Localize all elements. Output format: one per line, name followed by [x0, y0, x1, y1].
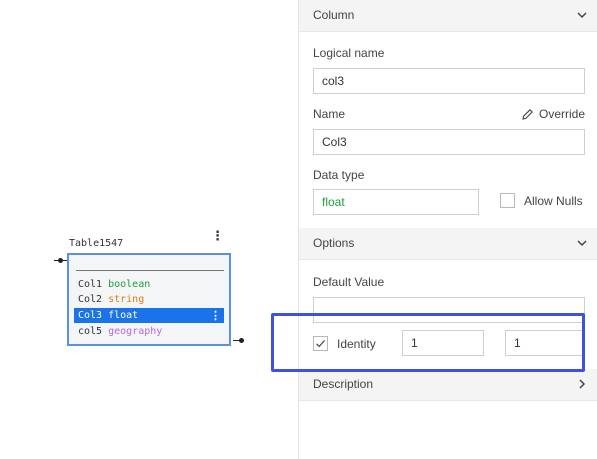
diagram-canvas[interactable]: Table1547 ⋮ Col1 boolean Col2 string Col3 f…	[0, 0, 298, 459]
options-section-header[interactable]: Options	[299, 228, 597, 260]
description-section-header[interactable]: Description	[299, 369, 597, 401]
column-name: col5	[78, 326, 103, 337]
identity-increment-input[interactable]: 1	[505, 330, 585, 356]
column-name: Col3	[78, 310, 103, 321]
chevron-down-icon	[577, 240, 587, 247]
override-label: Override	[538, 107, 585, 121]
column-section-label: Column	[313, 8, 355, 22]
connector-dot-right[interactable]	[239, 338, 244, 343]
row-menu-icon[interactable]: ⋮	[210, 308, 221, 323]
chevron-right-icon	[579, 379, 586, 389]
table-menu-icon[interactable]: ⋮	[211, 229, 224, 243]
table-header-divider	[76, 270, 224, 271]
column-type: boolean	[108, 279, 151, 290]
options-section-label: Options	[313, 236, 355, 250]
allow-nulls-label: Allow Nulls	[524, 194, 583, 208]
table-title[interactable]: Table1547	[69, 238, 123, 249]
column-type: geography	[108, 326, 163, 337]
logical-name-label: Logical name	[313, 46, 385, 60]
identity-checkbox[interactable]	[313, 336, 328, 351]
column-type: string	[108, 294, 145, 305]
logical-name-input[interactable]: col3	[313, 68, 585, 94]
column-section-header[interactable]: Column	[299, 0, 597, 32]
connector-line-left	[54, 260, 67, 261]
name-input[interactable]: Col3	[313, 129, 585, 155]
default-value-label: Default Value	[313, 275, 385, 289]
table-node[interactable]: Col1 boolean Col2 string Col3 float ⋮ col5 g…	[67, 253, 231, 346]
chevron-down-icon	[577, 12, 587, 19]
column-row[interactable]: Col1 boolean	[74, 277, 224, 292]
description-section-label: Description	[313, 377, 374, 391]
column-name: Col2	[78, 294, 103, 305]
checkmark-icon	[316, 339, 326, 348]
column-row[interactable]: col5 geography	[74, 324, 224, 339]
pencil-icon	[522, 108, 533, 120]
name-label: Name	[313, 107, 346, 121]
properties-panel: Column Logical name col3 Name Override C…	[298, 0, 597, 459]
identity-seed-input[interactable]: 1	[402, 330, 484, 356]
column-row[interactable]: Col2 string	[74, 292, 224, 307]
column-type: float	[108, 310, 139, 321]
data-type-input[interactable]: float	[313, 189, 479, 215]
column-row-selected[interactable]: Col3 float ⋮	[74, 308, 224, 323]
data-type-label: Data type	[313, 168, 365, 182]
allow-nulls-checkbox[interactable]	[500, 193, 515, 208]
override-button[interactable]: Override	[521, 107, 585, 121]
column-name: Col1	[78, 279, 103, 290]
identity-label: Identity	[337, 337, 376, 351]
default-value-input[interactable]	[313, 297, 585, 323]
